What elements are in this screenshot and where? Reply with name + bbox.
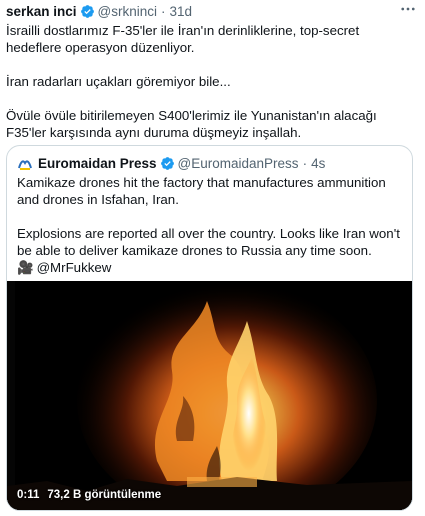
video-camera-icon: 🎥 (17, 260, 34, 275)
verified-badge-icon (160, 156, 175, 171)
quoted-tweet[interactable]: Euromaidan Press @EuromaidanPress · 4s K… (6, 145, 413, 511)
quoted-paragraph: Kamikaze drones hit the factory that man… (17, 175, 386, 207)
video-player[interactable]: 0:11 73,2 B görüntülenme (7, 281, 412, 510)
tweet-time[interactable]: 31d (170, 4, 193, 19)
tweet-header: serkan inci @srkninci · 31d (6, 2, 417, 20)
quoted-paragraph: Explosions are reported all over the cou… (17, 225, 402, 276)
quoted-paragraph-text: Explosions are reported all over the cou… (17, 226, 400, 258)
separator-dot: · (302, 155, 308, 171)
video-views: 73,2 B görüntülenme (47, 489, 162, 501)
separator-dot: · (161, 3, 166, 19)
video-stats: 0:11 73,2 B görüntülenme (17, 487, 161, 503)
quoted-author-handle[interactable]: @EuromaidanPress (178, 156, 299, 171)
quoted-author-name[interactable]: Euromaidan Press (38, 156, 157, 171)
tweet-text: İsrailli dostlarımız F-35'ler ile İran'ı… (6, 22, 411, 141)
tweet-paragraph: İran radarları uçakları göremiyor bile..… (6, 74, 231, 89)
author-name[interactable]: serkan inci (6, 4, 77, 19)
quoted-tweet-time[interactable]: 4s (311, 156, 325, 171)
euromaidan-logo-icon[interactable] (17, 155, 33, 171)
verified-badge-icon (80, 4, 95, 19)
tweet: serkan inci @srkninci · 31d İsrailli dos… (0, 0, 425, 516)
video-thumbnail (7, 281, 412, 510)
tweet-paragraph: Övüle övüle bitirilemeyen S400'lerimiz i… (6, 108, 377, 140)
tweet-paragraph: İsrailli dostlarımız F-35'ler ile İran'ı… (6, 23, 360, 55)
credit-handle-link[interactable]: @MrFukkew (37, 260, 112, 275)
quoted-tweet-text: Kamikaze drones hit the factory that man… (17, 174, 402, 276)
author-handle[interactable]: @srkninci (98, 4, 157, 19)
video-elapsed: 0:11 (17, 489, 40, 501)
quoted-tweet-header: Euromaidan Press @EuromaidanPress · 4s (17, 154, 404, 172)
more-icon[interactable] (399, 0, 417, 23)
